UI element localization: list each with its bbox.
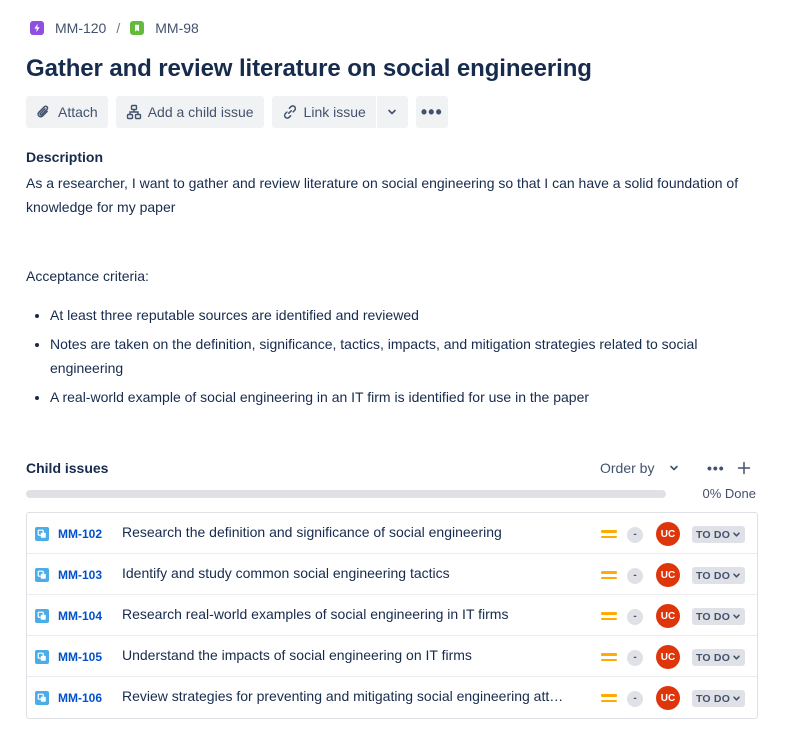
status-label: TO DO	[696, 569, 731, 582]
acceptance-criterion: A real-world example of social engineeri…	[50, 385, 746, 409]
link-issue-label: Link issue	[303, 104, 366, 120]
priority-medium-icon[interactable]	[601, 652, 617, 662]
child-issues-more-button[interactable]: •••	[707, 456, 725, 480]
link-issue-dropdown-button[interactable]	[375, 96, 408, 128]
subtask-icon	[35, 609, 49, 623]
status-dropdown[interactable]: TO DO	[692, 649, 746, 666]
link-issue-group: Link issue	[271, 96, 408, 128]
child-issue-row[interactable]: MM-105 Understand the impacts of social …	[27, 636, 757, 677]
breadcrumb-item-epic[interactable]: MM-120	[30, 20, 106, 36]
progress-label: 0% Done	[702, 486, 756, 501]
issue-key-link[interactable]: MM-106	[58, 691, 102, 705]
child-issue-row[interactable]: MM-106 Review strategies for preventing …	[27, 677, 757, 718]
breadcrumb-key[interactable]: MM-98	[155, 20, 199, 36]
assignee-avatar[interactable]: UC	[656, 604, 680, 628]
issue-toolbar: Attach Add a child issue Link issue •••	[26, 96, 456, 128]
child-issue-row[interactable]: MM-102 Research the definition and signi…	[27, 513, 757, 554]
status-label: TO DO	[696, 692, 731, 705]
chevron-down-icon	[733, 573, 740, 578]
chevron-down-icon	[733, 614, 740, 619]
add-child-issue-label: Add a child issue	[147, 104, 254, 120]
add-child-issue-button[interactable]: Add a child issue	[115, 96, 264, 128]
issue-key-link[interactable]: MM-103	[58, 568, 102, 582]
child-issue-row[interactable]: MM-103 Identify and study common social …	[27, 554, 757, 595]
status-dropdown[interactable]: TO DO	[692, 690, 746, 707]
chevron-down-icon	[733, 655, 740, 660]
acceptance-criterion: Notes are taken on the definition, signi…	[50, 332, 746, 380]
issue-key-link[interactable]: MM-102	[58, 527, 102, 541]
issue-key-link[interactable]: MM-105	[58, 650, 102, 664]
breadcrumb: MM-120 / MM-98	[30, 20, 199, 36]
chevron-down-icon	[733, 532, 740, 537]
epic-icon	[30, 21, 44, 35]
subtask-icon	[35, 650, 49, 664]
issue-summary[interactable]: Research real-world examples of social e…	[122, 606, 584, 622]
issue-summary[interactable]: Understand the impacts of social enginee…	[122, 647, 584, 663]
order-by-label: Order by	[600, 460, 655, 476]
issue-title[interactable]: Gather and review literature on social e…	[26, 55, 592, 83]
breadcrumb-key[interactable]: MM-120	[55, 20, 106, 36]
child-issues-header: Child issues Order by •••	[26, 456, 758, 480]
link-issue-button[interactable]: Link issue	[271, 96, 376, 128]
add-child-issue-plus-button[interactable]	[737, 456, 751, 480]
child-issue-row[interactable]: MM-104 Research real-world examples of s…	[27, 595, 757, 636]
issue-summary[interactable]: Review strategies for preventing and mit…	[122, 688, 584, 704]
subtask-icon	[35, 691, 49, 705]
link-icon	[283, 105, 296, 119]
issue-summary[interactable]: Research the definition and significance…	[122, 524, 584, 540]
status-dropdown[interactable]: TO DO	[692, 526, 746, 543]
story-points-estimate[interactable]: -	[627, 650, 643, 666]
more-actions-button[interactable]: •••	[415, 96, 448, 128]
story-points-estimate[interactable]: -	[627, 609, 643, 625]
story-points-estimate[interactable]: -	[627, 527, 643, 543]
assignee-avatar[interactable]: UC	[656, 563, 680, 587]
child-issues-list: MM-102 Research the definition and signi…	[26, 512, 758, 719]
description-text[interactable]: As a researcher, I want to gather and re…	[26, 171, 746, 219]
subtask-icon	[35, 568, 49, 582]
child-issues-title: Child issues	[26, 460, 109, 476]
status-dropdown[interactable]: TO DO	[692, 567, 746, 584]
story-points-estimate[interactable]: -	[627, 568, 643, 584]
status-label: TO DO	[696, 528, 731, 541]
attach-label: Attach	[58, 104, 98, 120]
paperclip-icon	[37, 105, 49, 118]
issue-view: MM-120 / MM-98 Gather and review literat…	[0, 0, 785, 752]
assignee-avatar[interactable]: UC	[656, 522, 680, 546]
plus-icon	[737, 461, 751, 475]
assignee-avatar[interactable]: UC	[656, 686, 680, 710]
child-issue-icon	[126, 104, 141, 120]
priority-medium-icon[interactable]	[601, 611, 617, 621]
subtask-icon	[35, 527, 49, 541]
acceptance-criteria-list: At least three reputable sources are ide…	[26, 303, 746, 414]
issue-summary[interactable]: Identify and study common social enginee…	[122, 565, 584, 581]
priority-medium-icon[interactable]	[601, 570, 617, 580]
status-dropdown[interactable]: TO DO	[692, 608, 746, 625]
chevron-down-icon	[388, 109, 397, 115]
issue-key-link[interactable]: MM-104	[58, 609, 102, 623]
description-label: Description	[26, 149, 104, 165]
chevron-down-icon	[670, 465, 679, 471]
breadcrumb-separator: /	[116, 20, 121, 36]
breadcrumb-item-story[interactable]: MM-98	[130, 20, 199, 36]
acceptance-criterion: At least three reputable sources are ide…	[50, 303, 746, 327]
child-issues-progress-bar	[26, 490, 666, 498]
story-points-estimate[interactable]: -	[627, 691, 643, 707]
status-label: TO DO	[696, 610, 731, 623]
chevron-down-icon	[733, 696, 740, 701]
assignee-avatar[interactable]: UC	[656, 645, 680, 669]
story-icon	[130, 21, 145, 35]
acceptance-criteria-label: Acceptance criteria:	[26, 268, 149, 284]
attach-button[interactable]: Attach	[26, 96, 108, 128]
priority-medium-icon[interactable]	[601, 693, 617, 703]
status-label: TO DO	[696, 651, 731, 664]
priority-medium-icon[interactable]	[601, 529, 617, 539]
order-by-dropdown[interactable]: Order by	[600, 456, 680, 480]
